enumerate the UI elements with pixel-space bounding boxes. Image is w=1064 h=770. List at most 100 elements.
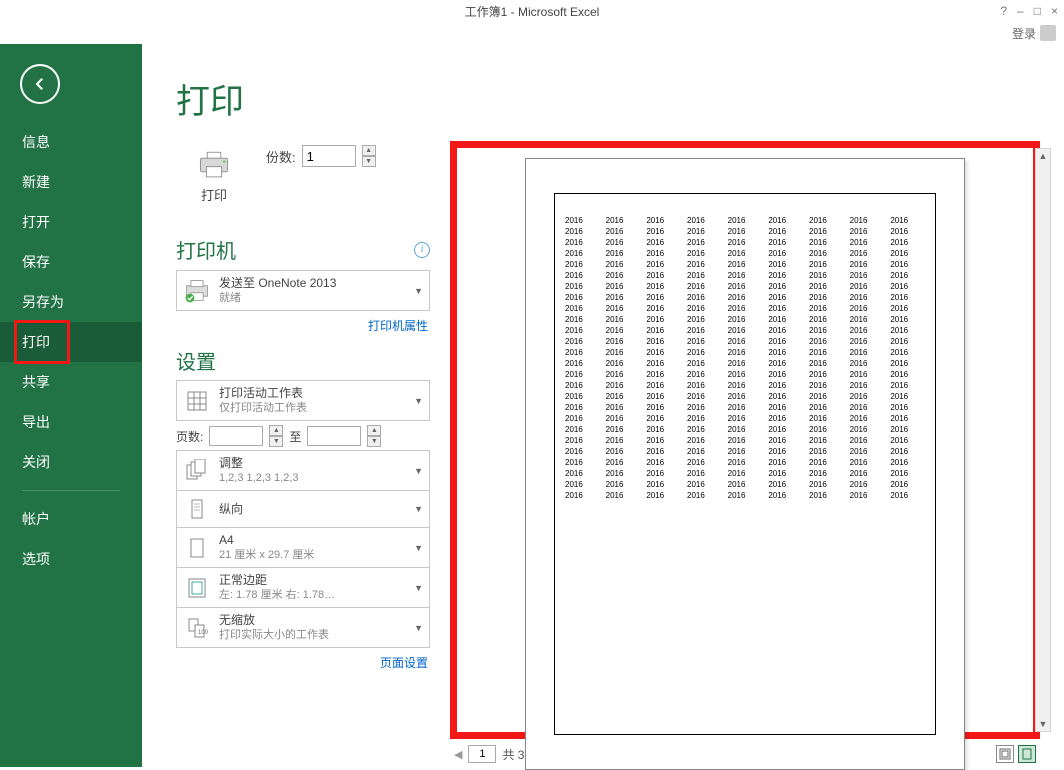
close-icon[interactable]: ×: [1051, 4, 1058, 18]
preview-cell: 2016: [565, 238, 600, 247]
preview-cell: 2016: [687, 436, 722, 445]
collate-select[interactable]: 调整1,2,3 1,2,3 1,2,3 ▼: [176, 450, 430, 491]
sidebar-item-打印[interactable]: 打印: [0, 322, 142, 362]
pages-label: 页数:: [176, 428, 203, 445]
copies-label: 份数:: [266, 147, 296, 166]
preview-cell: 2016: [728, 403, 763, 412]
preview-cell: 2016: [850, 337, 885, 346]
minimize-icon[interactable]: –: [1017, 4, 1024, 18]
sidebar-item-打开[interactable]: 打开: [0, 202, 142, 242]
pages-from-spinner[interactable]: ▲▼: [269, 425, 283, 447]
preview-cell: 2016: [687, 469, 722, 478]
preview-cell: 2016: [768, 458, 803, 467]
preview-cell: 2016: [768, 238, 803, 247]
preview-cell: 2016: [728, 414, 763, 423]
sidebar-item-保存[interactable]: 保存: [0, 242, 142, 282]
info-icon[interactable]: i: [414, 242, 430, 258]
preview-cell: 2016: [890, 436, 925, 445]
preview-cell: 2016: [890, 480, 925, 489]
preview-cell: 2016: [687, 458, 722, 467]
print-area-select[interactable]: 打印活动工作表仅打印活动工作表 ▼: [176, 380, 430, 421]
preview-cell: 2016: [565, 414, 600, 423]
preview-cell: 2016: [850, 227, 885, 236]
print-button[interactable]: 打印: [176, 141, 252, 213]
sidebar-item-共享[interactable]: 共享: [0, 362, 142, 402]
spinner-down-icon[interactable]: ▼: [362, 156, 376, 167]
preview-cell: 2016: [890, 392, 925, 401]
preview-scrollbar[interactable]: ▲ ▼: [1035, 148, 1051, 732]
pages-from-input[interactable]: [209, 426, 263, 446]
preview-cell: 2016: [728, 436, 763, 445]
preview-cell: 2016: [565, 403, 600, 412]
preview-cell: 2016: [850, 480, 885, 489]
sidebar-item-选项[interactable]: 选项: [0, 539, 142, 579]
preview-cell: 2016: [687, 491, 722, 500]
sheets-icon: [183, 387, 211, 415]
copies-input[interactable]: [302, 145, 356, 167]
orientation-select[interactable]: 纵向 ▼: [176, 490, 430, 528]
preview-cell: 2016: [728, 458, 763, 467]
preview-cell: 2016: [606, 414, 641, 423]
printer-properties-link[interactable]: 打印机属性: [176, 317, 428, 334]
preview-cell: 2016: [890, 425, 925, 434]
preview-cell: 2016: [768, 249, 803, 258]
sidebar-item-信息[interactable]: 信息: [0, 122, 142, 162]
sidebar-item-关闭[interactable]: 关闭: [0, 442, 142, 482]
sidebar-item-导出[interactable]: 导出: [0, 402, 142, 442]
preview-cell: 2016: [565, 447, 600, 456]
preview-cell: 2016: [809, 315, 844, 324]
preview-cell: 2016: [606, 216, 641, 225]
pages-to-spinner[interactable]: ▲▼: [367, 425, 381, 447]
preview-cell: 2016: [646, 414, 681, 423]
preview-cell: 2016: [850, 271, 885, 280]
preview-cell: 2016: [565, 304, 600, 313]
preview-cell: 2016: [646, 293, 681, 302]
preview-cell: 2016: [890, 271, 925, 280]
maximize-icon[interactable]: □: [1034, 4, 1041, 18]
preview-cell: 2016: [565, 315, 600, 324]
preview-cell: 2016: [646, 425, 681, 434]
preview-cell: 2016: [606, 392, 641, 401]
scroll-up-icon[interactable]: ▲: [1039, 151, 1048, 161]
preview-cell: 2016: [768, 469, 803, 478]
preview-cell: 2016: [890, 260, 925, 269]
preview-cell: 2016: [809, 326, 844, 335]
preview-cell: 2016: [606, 315, 641, 324]
preview-cell: 2016: [850, 315, 885, 324]
preview-cell: 2016: [565, 271, 600, 280]
preview-cell: 2016: [728, 271, 763, 280]
avatar[interactable]: [1040, 25, 1056, 41]
preview-cell: 2016: [850, 326, 885, 335]
sidebar-item-帐户[interactable]: 帐户: [0, 499, 142, 539]
preview-cell: 2016: [768, 260, 803, 269]
preview-cell: 2016: [809, 458, 844, 467]
show-margins-button[interactable]: [996, 745, 1014, 763]
copies-spinner[interactable]: ▲ ▼: [362, 145, 376, 167]
spinner-up-icon[interactable]: ▲: [362, 145, 376, 156]
svg-text:100: 100: [198, 630, 209, 636]
preview-cell: 2016: [646, 491, 681, 500]
pages-to-input[interactable]: [307, 426, 361, 446]
sidebar-item-另存为[interactable]: 另存为: [0, 282, 142, 322]
scroll-down-icon[interactable]: ▼: [1039, 719, 1048, 729]
preview-cell: 2016: [890, 403, 925, 412]
preview-cell: 2016: [687, 216, 722, 225]
prev-page-button[interactable]: ◀: [454, 748, 462, 761]
preview-cell: 2016: [768, 227, 803, 236]
scaling-select[interactable]: 100 无缩放打印实际大小的工作表 ▼: [176, 607, 430, 648]
current-page-input[interactable]: [468, 745, 496, 763]
preview-cell: 2016: [687, 348, 722, 357]
zoom-to-page-button[interactable]: [1018, 745, 1036, 763]
print-preview: 2016 2016 2016 2016 2016 2016 2016 2016 2016 2016…: [450, 141, 1040, 739]
preview-cell: 2016: [687, 260, 722, 269]
page-setup-link[interactable]: 页面设置: [176, 654, 428, 671]
paper-size-select[interactable]: A421 厘米 x 29.7 厘米 ▼: [176, 527, 430, 568]
help-icon[interactable]: ?: [1000, 4, 1007, 18]
back-button[interactable]: [20, 64, 60, 104]
preview-cell: 2016: [809, 227, 844, 236]
login-link[interactable]: 登录: [1012, 25, 1036, 42]
sidebar-item-新建[interactable]: 新建: [0, 162, 142, 202]
margins-select[interactable]: 正常边距左: 1.78 厘米 右: 1.78… ▼: [176, 567, 430, 608]
printer-select[interactable]: 发送至 OneNote 2013 就绪 ▼: [176, 270, 430, 311]
paper-icon: [183, 534, 211, 562]
